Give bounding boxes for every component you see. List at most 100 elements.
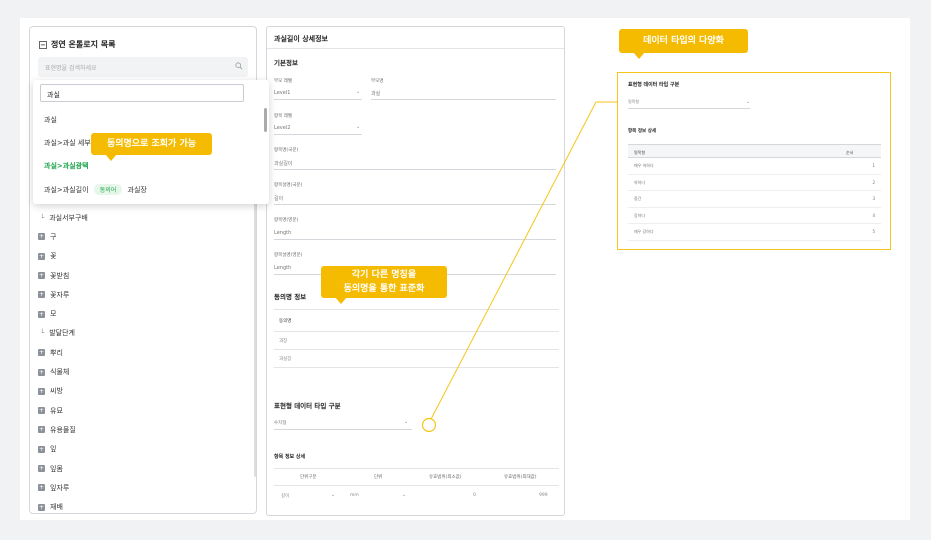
dropdown-search-input[interactable]: 과실	[40, 84, 244, 102]
expand-icon[interactable]: +	[38, 387, 45, 395]
tree-item[interactable]: + 유묘	[38, 401, 248, 420]
search-placeholder: 표현명을 검색하세요	[45, 65, 97, 72]
parent-level-select[interactable]: Level1	[274, 90, 290, 96]
tree-item[interactable]: + 식물체	[38, 362, 248, 381]
callout-text-line1: 각기 다른 명칭을	[351, 270, 417, 280]
min-value-input[interactable]: 0	[473, 493, 476, 498]
tree-item[interactable]: + 구	[38, 227, 248, 246]
datatype-panel-select[interactable]: 명목형 ⌄	[628, 99, 750, 109]
synonym-item: 과장	[279, 339, 288, 344]
expand-icon[interactable]: +	[38, 484, 45, 492]
ontology-tree: └ 과실서부구배 + 구 + 꽃 + 꽃받침 + 꽃자루 + 모 └ 발달단계 + 뿌리 + 식물체 + 씨방 + 유묘 +…	[38, 208, 248, 513]
underline	[371, 99, 556, 100]
underline	[274, 239, 556, 240]
item-desc-en-value[interactable]: Length	[274, 265, 291, 271]
tree-item[interactable]: + 꽃	[38, 247, 248, 266]
tree-item[interactable]: + 뿌리	[38, 343, 248, 362]
search-input[interactable]: 표현명을 검색하세요	[38, 57, 248, 77]
underline	[274, 429, 412, 430]
divider	[274, 331, 559, 332]
tree-item[interactable]: └ 과실서부구배	[38, 208, 248, 227]
unit-select[interactable]: mm	[350, 493, 359, 498]
dropdown-scrollbar[interactable]	[264, 108, 267, 132]
expand-icon[interactable]: +	[38, 349, 45, 357]
expand-icon[interactable]: +	[38, 445, 45, 453]
parent-name-value: 과실	[371, 91, 381, 97]
item-desc-kr-value[interactable]: 길이	[274, 195, 283, 202]
chevron-down-icon[interactable]: ⌄	[331, 492, 335, 498]
chevron-down-icon[interactable]: ⌄	[356, 89, 360, 95]
callout-text: 동의명으로 조회가 가능	[106, 139, 197, 149]
divider	[274, 367, 559, 368]
expand-icon[interactable]: +	[38, 310, 45, 318]
tree-item[interactable]: + 씨방	[38, 382, 248, 401]
synonym-item: 과실장	[279, 357, 292, 362]
expand-icon[interactable]: +	[38, 233, 45, 241]
canvas: − 정연 온톨로지 목록 표현명을 검색하세요 └ 과실서부구배 + 구 + 꽃 + 꽃받침 +…	[20, 18, 910, 520]
chevron-down-icon[interactable]: ⌄	[402, 492, 406, 498]
tree-item[interactable]: + 잎자루	[38, 478, 248, 497]
callout-text: 데이터 타입의 다양화	[643, 36, 724, 46]
synonym-item-prefix: 과실>과실길이	[44, 186, 89, 194]
tree-item[interactable]: + 꽃자루	[38, 285, 248, 304]
collapse-icon[interactable]: −	[39, 40, 47, 49]
tree-item[interactable]: └ 발달단계	[38, 324, 248, 343]
tree-item[interactable]: + 꽃받침	[38, 266, 248, 285]
item-name-kr-value[interactable]: 과실길이	[274, 160, 292, 167]
nominal-order: 3	[872, 196, 875, 201]
expand-icon[interactable]: +	[38, 272, 45, 280]
divider	[274, 309, 559, 310]
unit-type-select[interactable]: 길이	[281, 493, 289, 499]
tree-item-label: 유묘	[50, 406, 63, 415]
underline	[274, 99, 362, 100]
tree-item-label: 구	[50, 232, 57, 241]
divider	[274, 349, 559, 350]
callout-tail	[633, 52, 645, 59]
expand-icon[interactable]: +	[38, 407, 45, 415]
nominal-name: 약하다	[634, 179, 646, 185]
datatype-select[interactable]: 수치형	[274, 420, 286, 426]
data-type-callout: 데이터 타입의 다양화	[619, 29, 748, 59]
expand-icon[interactable]: +	[38, 465, 45, 472]
expand-icon[interactable]: +	[38, 503, 45, 511]
chevron-down-icon[interactable]: ⌄	[746, 99, 750, 105]
tree-item[interactable]: + 재배	[38, 497, 248, 513]
expand-icon[interactable]: +	[38, 291, 45, 299]
divider	[274, 485, 559, 486]
tree-item-label: 발달단계	[49, 329, 75, 338]
expand-icon[interactable]: +	[38, 426, 45, 434]
expand-icon[interactable]: +	[38, 368, 45, 376]
chevron-down-icon[interactable]: ⌄	[356, 124, 360, 130]
table-header-max: 유효범위(최대값)	[504, 475, 537, 480]
nominal-order: 1	[872, 163, 875, 168]
chevron-down-icon[interactable]: ⌄	[404, 419, 408, 425]
dropdown-item-selected[interactable]: 과실>과실광택	[44, 161, 89, 171]
tree-item[interactable]: + 유용물질	[38, 420, 248, 439]
tree-item[interactable]: + 모	[38, 304, 248, 323]
table-row: 중간 3	[628, 191, 881, 208]
dropdown-item[interactable]: 과실>과실 세부	[44, 138, 91, 148]
basic-info-heading: 기본정보	[274, 59, 298, 67]
datatype-heading: 표현형 데이터 타입 구분	[274, 402, 341, 410]
tree-item-label: 모	[50, 310, 57, 319]
tree-item[interactable]: + 잎몸	[38, 459, 248, 478]
dropdown-item[interactable]: 과실	[44, 115, 57, 125]
expand-icon[interactable]: +	[38, 252, 45, 260]
tree-item[interactable]: + 잎	[38, 440, 248, 459]
synonym-column-header: 동의명	[279, 319, 292, 324]
divider	[274, 468, 559, 469]
dropdown-item-synonym[interactable]: 과실>과실길이 동의어 과실장	[44, 184, 147, 195]
item-name-en-value[interactable]: Length	[274, 230, 291, 236]
ontology-list-title: 정연 온톨로지 목록	[51, 40, 116, 49]
tree-item-label: 잎	[50, 445, 57, 454]
sub-branch-icon: └	[40, 329, 45, 338]
item-desc-kr-label: 항목설명(국문)	[274, 183, 303, 188]
ontology-list-header[interactable]: − 정연 온톨로지 목록	[39, 39, 115, 50]
max-value-input[interactable]: 999	[539, 493, 548, 498]
item-level-select[interactable]: Level2	[274, 125, 290, 131]
nominal-name: 매우 강하다	[634, 229, 654, 234]
item-detail-heading: 항목 정보 상세	[274, 454, 306, 460]
item-level-label: 항목 레벨	[274, 114, 292, 119]
search-icon[interactable]	[235, 62, 243, 70]
tree-item-label: 뿌리	[50, 348, 63, 357]
